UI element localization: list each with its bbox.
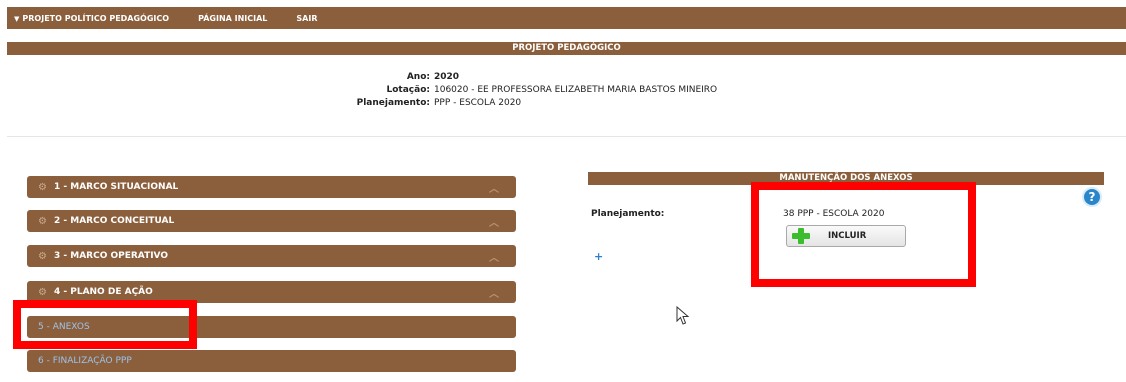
incluir-button[interactable]: INCLUIR	[786, 225, 906, 247]
maintenance-title: MANUTENÇÃO DOS ANEXOS	[588, 172, 1104, 185]
incluir-label: INCLUIR	[828, 231, 867, 241]
divider	[7, 136, 1126, 137]
chevron-up-icon: ︿	[489, 218, 499, 229]
nav-pagina-inicial[interactable]: PÁGINA INICIAL	[198, 14, 267, 23]
sidebar-item-anexos[interactable]: 5 - ANEXOS	[27, 316, 516, 338]
chevron-up-icon: ︿	[489, 253, 499, 264]
sidebar-item-label: 6 - FINALIZAÇÃO PPP	[38, 356, 132, 366]
planejamento-label: Planejamento:	[356, 98, 430, 108]
sidebar-item-finalizacao-ppp[interactable]: 6 - FINALIZAÇÃO PPP	[27, 350, 516, 372]
sidebar-item-marco-conceitual[interactable]: ⚙ 2 - MARCO CONCEITUAL ︿	[27, 210, 516, 232]
top-navbar: ▼ PROJETO POLÍTICO PEDAGÓGICO PÁGINA INIC…	[7, 7, 1126, 29]
planejamento-value: PPP - ESCOLA 2020	[434, 98, 522, 108]
maintenance-planejamento-value: 38 PPP - ESCOLA 2020	[783, 209, 885, 219]
gear-icon: ⚙	[38, 215, 47, 227]
nav-sair[interactable]: SAIR	[296, 14, 317, 23]
maintenance-planejamento-label: Planejamento:	[591, 209, 665, 219]
nav-label: PROJETO POLÍTICO PEDAGÓGICO	[22, 13, 170, 23]
help-icon[interactable]: ?	[1082, 187, 1102, 207]
sidebar-item-label: 2 - MARCO CONCEITUAL	[53, 216, 175, 226]
ano-label: Ano:	[406, 72, 430, 82]
sidebar-item-label: 3 - MARCO OPERATIVO	[53, 251, 169, 261]
chevron-up-icon: ︿	[489, 184, 499, 195]
info-block: Ano: 2020 Lotação: 106020 - EE PROFESSORA …	[250, 71, 850, 110]
page-title: PROJETO PEDAGÓGICO	[7, 42, 1126, 55]
sidebar-item-label: 5 - ANEXOS	[38, 322, 90, 332]
chevron-up-icon: ︿	[489, 289, 499, 300]
lotacao-value: 106020 - EE PROFESSORA ELIZABETH MARIA B…	[434, 85, 718, 95]
caret-down-icon: ▼	[14, 14, 20, 23]
sidebar-item-marco-operativo[interactable]: ⚙ 3 - MARCO OPERATIVO ︿	[27, 245, 516, 267]
gear-icon: ⚙	[38, 250, 47, 262]
lotacao-label: Lotação:	[386, 85, 430, 95]
sidebar-item-label: 1 - MARCO SITUACIONAL	[53, 182, 179, 192]
ano-value: 2020	[434, 72, 460, 82]
gear-icon: ⚙	[38, 286, 47, 298]
sidebar-item-label: 4 - PLANO DE AÇÃO	[53, 287, 153, 297]
add-icon[interactable]: +	[594, 250, 603, 263]
sidebar-item-plano-de-acao[interactable]: ⚙ 4 - PLANO DE AÇÃO ︿	[27, 281, 516, 303]
sidebar-item-marco-situacional[interactable]: ⚙ 1 - MARCO SITUACIONAL ︿	[27, 176, 516, 198]
nav-projeto-politico-pedagogico[interactable]: ▼ PROJETO POLÍTICO PEDAGÓGICO	[14, 14, 169, 23]
green-plus-icon	[792, 228, 810, 244]
mouse-cursor-icon	[676, 306, 690, 325]
gear-icon: ⚙	[38, 181, 47, 193]
